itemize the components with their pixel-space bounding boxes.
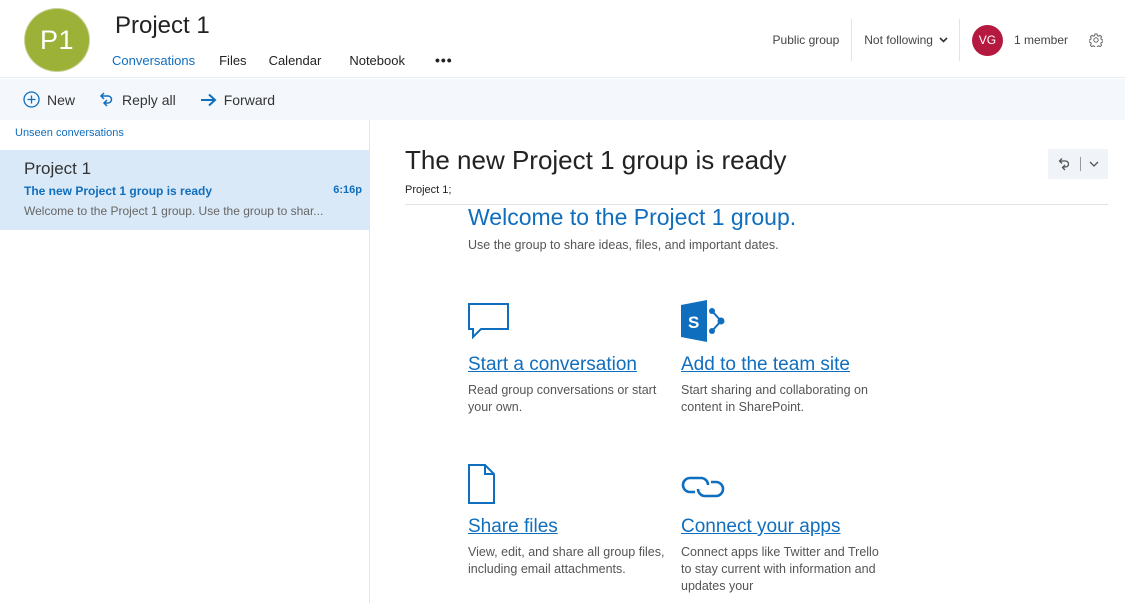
- card-description: View, edit, and share all group files, i…: [468, 545, 665, 576]
- svg-text:S: S: [688, 313, 699, 332]
- list-item[interactable]: Project 1 The new Project 1 group is rea…: [0, 150, 370, 230]
- gear-icon[interactable]: [1089, 33, 1103, 47]
- link-icon: [681, 476, 725, 498]
- member-count-link[interactable]: 1 member: [1014, 33, 1068, 47]
- conversation-preview: Welcome to the Project 1 group. Use the …: [24, 204, 324, 218]
- conversation-sender: Project 1: [24, 159, 92, 178]
- card-description: Read group conversations or start your o…: [468, 383, 657, 414]
- forward-button[interactable]: Forward: [200, 92, 275, 108]
- reply-all-icon: [1058, 157, 1069, 170]
- unseen-filter[interactable]: Unseen conversations: [15, 127, 124, 139]
- team-site-card: S Add to the team site Start sharing and…: [681, 300, 881, 416]
- more-options-icon[interactable]: •••: [435, 52, 453, 68]
- chevron-down-icon: [939, 37, 948, 43]
- group-avatar[interactable]: P1: [24, 8, 90, 72]
- group-title: Project 1: [115, 12, 210, 39]
- member-avatar[interactable]: VG: [971, 24, 1003, 56]
- privacy-label: Public group: [772, 33, 840, 47]
- share-files-link[interactable]: Share files: [468, 516, 558, 538]
- tab-files[interactable]: Files: [219, 53, 246, 68]
- tab-notebook[interactable]: Notebook: [349, 53, 405, 68]
- card-description: Connect apps like Twitter and Trello to …: [681, 545, 879, 593]
- forward-label: Forward: [223, 91, 276, 108]
- plus-circle-icon: [23, 91, 40, 108]
- start-conversation-link[interactable]: Start a conversation: [468, 354, 637, 376]
- group-header: P1 Project 1 Conversations Files Calenda…: [0, 0, 1125, 78]
- group-nav: Conversations Files Calendar Notebook ••…: [112, 52, 453, 68]
- conversation-subject: The new Project 1 group is ready: [24, 184, 213, 198]
- reply-all-button[interactable]: Reply all: [99, 91, 176, 108]
- tab-calendar[interactable]: Calendar: [269, 53, 322, 68]
- conversation-list: Unseen conversations Project 1 The new P…: [0, 120, 370, 603]
- welcome-subtitle: Use the group to share ideas, files, and…: [468, 238, 779, 252]
- reply-all-split-button[interactable]: [1048, 149, 1108, 179]
- divider: [958, 19, 960, 61]
- tab-conversations[interactable]: Conversations: [112, 53, 195, 68]
- conversation-time: 6:16p: [333, 184, 362, 196]
- team-site-link[interactable]: Add to the team site: [681, 354, 850, 376]
- new-label: New: [47, 91, 76, 108]
- chevron-down-icon[interactable]: [1089, 161, 1099, 167]
- sharepoint-icon: S: [681, 300, 725, 342]
- new-button[interactable]: New: [23, 91, 75, 108]
- connect-apps-card: Connect your apps Connect apps like Twit…: [681, 464, 881, 595]
- start-conversation-card: Start a conversation Read group conversa…: [468, 302, 668, 416]
- group-info: Public group Not following VG 1 member: [773, 18, 1125, 62]
- follow-state-label: Not following: [864, 33, 933, 47]
- share-files-card: Share files View, edit, and share all gr…: [468, 464, 668, 578]
- command-toolbar: New Reply all Forward: [0, 79, 1125, 120]
- welcome-heading: Welcome to the Project 1 group.: [468, 204, 797, 230]
- arrow-right-icon: [200, 93, 217, 106]
- connect-apps-link[interactable]: Connect your apps: [681, 516, 841, 538]
- card-description: Start sharing and collaborating on conte…: [681, 383, 868, 414]
- document-icon: [468, 464, 495, 504]
- divider: [1079, 157, 1081, 171]
- reading-pane: The new Project 1 group is ready Project…: [371, 120, 1125, 603]
- follow-dropdown[interactable]: Not following: [852, 33, 959, 47]
- reply-all-icon: [99, 92, 113, 107]
- reply-all-label: Reply all: [122, 91, 176, 108]
- message-recipients: Project 1;: [405, 184, 452, 196]
- chat-bubble-icon: [468, 303, 509, 340]
- message-title: The new Project 1 group is ready: [405, 145, 787, 175]
